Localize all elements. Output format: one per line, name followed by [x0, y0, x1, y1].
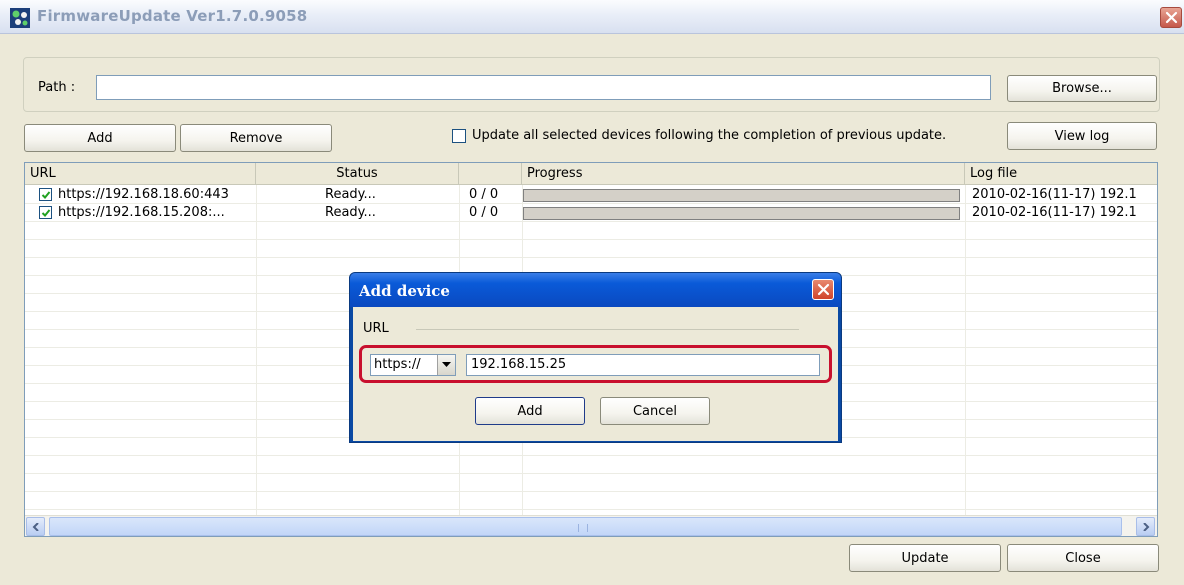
chevron-right-icon [1143, 523, 1150, 531]
cell-log-file: 2010-02-16(11-17) 192.1 [972, 187, 1137, 202]
protocol-select[interactable]: https:// [370, 354, 456, 376]
grid-line [25, 257, 1157, 258]
grid-line [256, 185, 257, 515]
window-close-button[interactable] [1160, 7, 1182, 28]
scroll-left-button[interactable] [26, 517, 45, 536]
column-header-progress[interactable]: Progress [522, 163, 965, 185]
path-label: Path : [38, 80, 76, 95]
list-header: URL Status Progress Log file [25, 163, 1157, 185]
sequential-update-checkbox[interactable] [452, 129, 466, 143]
sequential-update-label: Update all selected devices following th… [472, 128, 947, 143]
scroll-grip [578, 524, 588, 532]
add-device-dialog: Add device URL https:// 192.168.15.25 Ad… [349, 272, 842, 443]
cell-status: Ready... [325, 187, 376, 202]
column-header-count[interactable] [459, 163, 522, 185]
scroll-right-button[interactable] [1136, 517, 1155, 536]
row-checkbox[interactable] [39, 206, 52, 219]
close-button[interactable]: Close [1007, 544, 1159, 572]
grid-line [25, 473, 1157, 474]
main-window: FirmwareUpdate Ver1.7.0.9058 Path : Brow… [0, 0, 1184, 585]
remove-button[interactable]: Remove [180, 124, 332, 152]
cell-status: Ready... [325, 205, 376, 220]
dialog-titlebar: Add device [350, 273, 841, 307]
progress-bar [523, 189, 960, 202]
grid-line [25, 455, 1157, 456]
progress-bar [523, 207, 960, 220]
grid-line [25, 491, 1157, 492]
add-button[interactable]: Add [24, 124, 176, 152]
dialog-close-button[interactable] [812, 279, 834, 300]
dialog-body: URL https:// 192.168.15.25 Add Cancel [353, 307, 838, 441]
cell-url: https://192.168.18.60:443 [58, 187, 229, 202]
dialog-add-button[interactable]: Add [475, 397, 585, 425]
close-icon [817, 283, 830, 296]
table-row[interactable]: https://192.168.15.208:... Ready... 0 / … [25, 204, 1157, 222]
checkmark-icon [41, 209, 51, 217]
column-header-url[interactable]: URL [25, 163, 256, 185]
app-icon [10, 8, 30, 28]
checkmark-icon [41, 191, 51, 199]
horizontal-scrollbar[interactable] [25, 515, 1157, 536]
url-group-label: URL [363, 321, 389, 336]
table-row[interactable]: https://192.168.18.60:443 Ready... 0 / 0… [25, 186, 1157, 204]
grid-line [25, 239, 1157, 240]
chevron-down-icon [442, 362, 451, 367]
window-title: FirmwareUpdate Ver1.7.0.9058 [37, 7, 308, 25]
cell-log-file: 2010-02-16(11-17) 192.1 [972, 205, 1137, 220]
cell-count: 0 / 0 [469, 205, 499, 220]
address-input[interactable]: 192.168.15.25 [466, 354, 820, 376]
column-header-log-file[interactable]: Log file [965, 163, 1157, 185]
close-icon [1165, 11, 1178, 24]
dialog-cancel-button[interactable]: Cancel [600, 397, 710, 425]
grid-line [25, 509, 1157, 510]
cell-count: 0 / 0 [469, 187, 499, 202]
path-input[interactable] [96, 75, 991, 100]
grid-line [965, 185, 966, 515]
protocol-select-value: https:// [374, 357, 421, 372]
browse-button[interactable]: Browse... [1007, 75, 1157, 102]
view-log-button[interactable]: View log [1007, 122, 1157, 150]
chevron-left-icon [32, 523, 39, 531]
row-checkbox[interactable] [39, 188, 52, 201]
group-divider [416, 329, 799, 330]
update-button[interactable]: Update [849, 544, 1001, 572]
dropdown-button[interactable] [437, 355, 455, 375]
window-titlebar: FirmwareUpdate Ver1.7.0.9058 [0, 0, 1184, 34]
scrollbar-thumb[interactable] [49, 517, 1122, 536]
column-header-status[interactable]: Status [256, 163, 459, 185]
cell-url: https://192.168.15.208:... [58, 205, 225, 220]
dialog-title: Add device [359, 282, 450, 300]
